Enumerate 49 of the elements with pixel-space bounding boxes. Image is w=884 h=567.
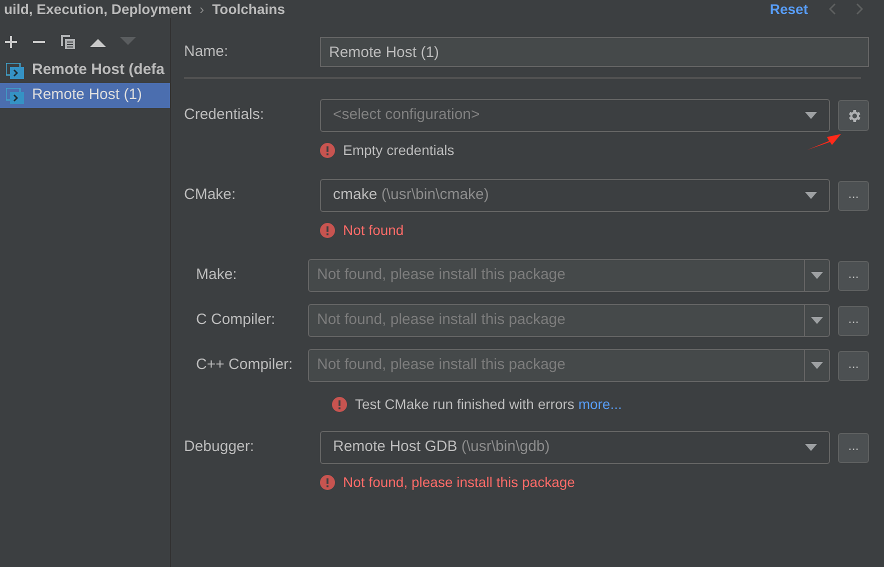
browse-button[interactable]: ... bbox=[838, 180, 869, 210]
error-icon bbox=[320, 223, 335, 238]
error-icon bbox=[320, 143, 335, 158]
toolchain-item[interactable]: Remote Host (defa bbox=[0, 58, 170, 83]
browse-button[interactable]: ... bbox=[838, 432, 869, 462]
toolchain-name: Remote Host (defa bbox=[32, 60, 165, 80]
field-label: Make: bbox=[195, 265, 238, 286]
field-label: Name: bbox=[184, 42, 230, 62]
dropdown-field[interactable]: Remote Host GDB (\usr\bin\gdb) bbox=[320, 431, 830, 464]
name-input-field[interactable]: Remote Host (1) bbox=[320, 37, 869, 67]
breadcrumb-current: Toolchains bbox=[212, 2, 285, 16]
dropdown-field[interactable]: cmake (\usr\bin\cmake) bbox=[320, 179, 830, 212]
toolchain-name: Remote Host (1) bbox=[32, 85, 142, 106]
field-label: C Compiler: bbox=[195, 310, 276, 330]
add-icon[interactable] bbox=[4, 35, 18, 49]
dropdown-caret-icon bbox=[811, 272, 823, 279]
browse-button[interactable]: ... bbox=[838, 350, 869, 380]
field-label: CMake: bbox=[184, 185, 237, 206]
validation-message: Not found bbox=[343, 221, 404, 240]
move-up-icon[interactable] bbox=[90, 37, 106, 47]
annotation-arrow bbox=[807, 133, 841, 151]
copy-icon[interactable] bbox=[60, 34, 76, 50]
terminal-icon bbox=[6, 88, 24, 104]
dropdown-caret-icon bbox=[811, 362, 823, 369]
dropdown-caret-icon bbox=[805, 112, 817, 119]
field-label: Credentials: bbox=[184, 105, 266, 126]
field-label: Debugger: bbox=[184, 437, 256, 458]
toolchain-item[interactable]: Remote Host (1) bbox=[0, 83, 170, 108]
terminal-icon bbox=[6, 62, 24, 78]
field-label: C++ Compiler: bbox=[195, 355, 294, 376]
dropdown-caret-icon bbox=[805, 444, 817, 451]
breadcrumb-separator: › bbox=[199, 2, 204, 16]
dropdown-caret-icon bbox=[805, 192, 817, 199]
browse-button[interactable]: ... bbox=[838, 306, 869, 336]
dropdown-caret-icon bbox=[811, 317, 823, 324]
dropdown-field[interactable]: <select configuration> bbox=[320, 99, 830, 132]
dropdown-placeholder: <select configuration> bbox=[333, 105, 480, 126]
validation-message: Not found, please install this package bbox=[343, 473, 575, 492]
validation-message: Test CMake run finished with errors more... bbox=[355, 395, 622, 414]
error-icon bbox=[320, 475, 335, 490]
settings-button[interactable] bbox=[838, 100, 869, 131]
reset-link[interactable]: Reset bbox=[770, 2, 808, 16]
browse-button[interactable]: ... bbox=[838, 260, 869, 290]
error-icon bbox=[332, 397, 347, 412]
dropdown-value: cmake (\usr\bin\cmake) bbox=[333, 185, 489, 206]
dropdown-value: Remote Host GDB (\usr\bin\gdb) bbox=[333, 437, 550, 458]
validation-message: Empty credentials bbox=[343, 141, 454, 160]
breadcrumb-path: uild, Execution, Deployment bbox=[4, 2, 192, 16]
more-link[interactable]: more... bbox=[578, 396, 622, 412]
